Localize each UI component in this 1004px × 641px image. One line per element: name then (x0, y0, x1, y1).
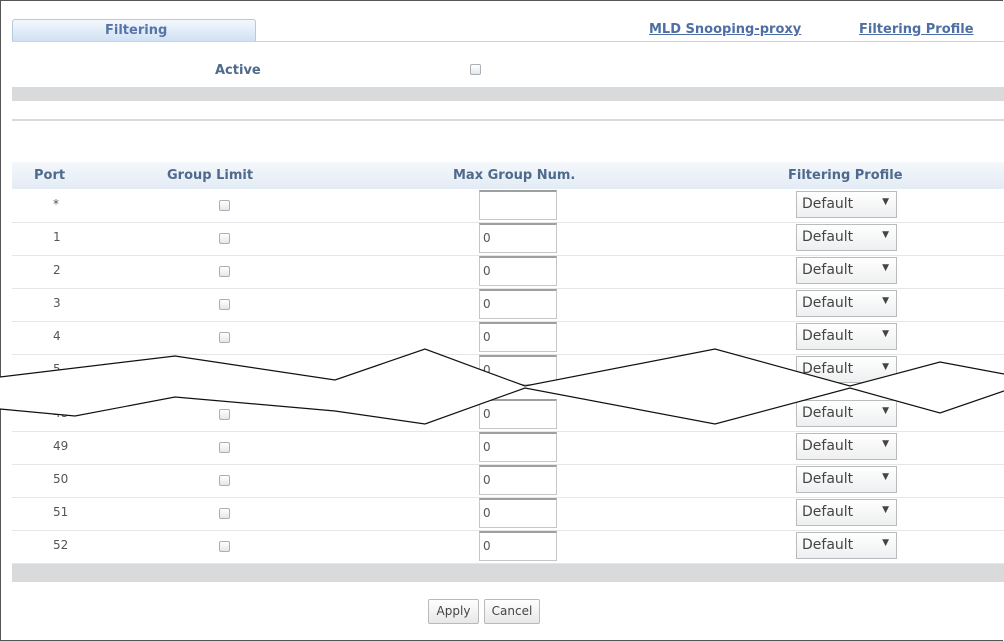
max-group-num-input[interactable]: 0 (479, 465, 557, 495)
cancel-button[interactable]: Cancel (484, 599, 540, 624)
header-max-group-num: Max Group Num. (453, 168, 576, 183)
header-port: Port (34, 168, 66, 183)
apply-button[interactable]: Apply (428, 599, 479, 624)
port-label: 51 (53, 505, 69, 519)
bottom-bar (12, 564, 1004, 582)
port-label: 2 (53, 263, 61, 277)
table-row: 51 0 Default ▼ (12, 497, 1004, 531)
dropdown-arrow-icon: ▼ (882, 472, 889, 482)
dropdown-arrow-icon: ▼ (882, 505, 889, 515)
filtering-profile-select[interactable]: Default ▼ (796, 191, 897, 218)
group-limit-checkbox[interactable] (219, 299, 230, 310)
dropdown-arrow-icon: ▼ (882, 296, 889, 306)
filtering-profile-select[interactable]: Default ▼ (796, 433, 897, 460)
table-header: Port Group Limit Max Group Num. Filterin… (12, 162, 1004, 189)
mld-snooping-proxy-link[interactable]: MLD Snooping-proxy (649, 22, 801, 37)
filtering-profile-value: Default (802, 229, 854, 245)
group-limit-checkbox[interactable] (219, 541, 230, 552)
tab-divider (12, 41, 1004, 42)
max-group-num-input[interactable]: 0 (479, 289, 557, 319)
dropdown-arrow-icon: ▼ (882, 263, 889, 273)
table-row: * Default ▼ (12, 189, 1004, 223)
port-label: 50 (53, 472, 69, 486)
table-break-mark (0, 348, 1004, 425)
header-group-limit: Group Limit (167, 168, 254, 183)
section-bar (12, 87, 1004, 101)
filtering-profile-link[interactable]: Filtering Profile (859, 22, 974, 37)
filtering-profile-select[interactable]: Default ▼ (796, 466, 897, 493)
filtering-profile-value: Default (802, 438, 854, 454)
filtering-profile-select[interactable]: Default ▼ (796, 290, 897, 317)
section-separator (12, 119, 1004, 121)
filtering-profile-select[interactable]: Default ▼ (796, 532, 897, 559)
filtering-profile-value: Default (802, 196, 854, 212)
dropdown-arrow-icon: ▼ (882, 329, 889, 339)
active-label: Active (215, 63, 261, 78)
group-limit-checkbox[interactable] (219, 508, 230, 519)
active-checkbox[interactable] (470, 64, 481, 75)
filtering-profile-select[interactable]: Default ▼ (796, 257, 897, 284)
filtering-profile-value: Default (802, 504, 854, 520)
active-row: Active (12, 55, 1004, 87)
filtering-profile-select[interactable]: Default ▼ (796, 224, 897, 251)
port-label: * (53, 197, 59, 211)
port-label: 49 (53, 439, 69, 453)
port-label: 1 (53, 230, 61, 244)
port-label: 52 (53, 538, 69, 552)
table-row: 1 0 Default ▼ (12, 222, 1004, 256)
group-limit-checkbox[interactable] (219, 442, 230, 453)
table-row: 50 0 Default ▼ (12, 464, 1004, 498)
filtering-profile-select[interactable]: Default ▼ (796, 499, 897, 526)
group-limit-checkbox[interactable] (219, 233, 230, 244)
max-group-num-input[interactable]: 0 (479, 256, 557, 286)
group-limit-checkbox[interactable] (219, 266, 230, 277)
max-group-num-input[interactable]: 0 (479, 531, 557, 561)
dropdown-arrow-icon: ▼ (882, 439, 889, 449)
filtering-profile-value: Default (802, 295, 854, 311)
port-label: 3 (53, 296, 61, 310)
max-group-num-input[interactable]: 0 (479, 432, 557, 462)
dropdown-arrow-icon: ▼ (882, 538, 889, 548)
max-group-num-input[interactable]: 0 (479, 223, 557, 253)
max-group-num-input[interactable] (479, 190, 557, 220)
filtering-profile-value: Default (802, 537, 854, 553)
group-limit-checkbox[interactable] (219, 200, 230, 211)
table-row: 52 0 Default ▼ (12, 530, 1004, 564)
group-limit-checkbox[interactable] (219, 475, 230, 486)
max-group-num-input[interactable]: 0 (479, 498, 557, 528)
table-row: 3 0 Default ▼ (12, 288, 1004, 322)
tab-filtering-label: Filtering (105, 23, 168, 38)
table-row: 49 0 Default ▼ (12, 431, 1004, 465)
tab-filtering[interactable]: Filtering (12, 19, 256, 42)
header-filtering-profile: Filtering Profile (788, 168, 903, 183)
filtering-profile-value: Default (802, 471, 854, 487)
filtering-profile-value: Default (802, 262, 854, 278)
dropdown-arrow-icon: ▼ (882, 230, 889, 240)
table-row: 2 0 Default ▼ (12, 255, 1004, 289)
dropdown-arrow-icon: ▼ (882, 197, 889, 207)
